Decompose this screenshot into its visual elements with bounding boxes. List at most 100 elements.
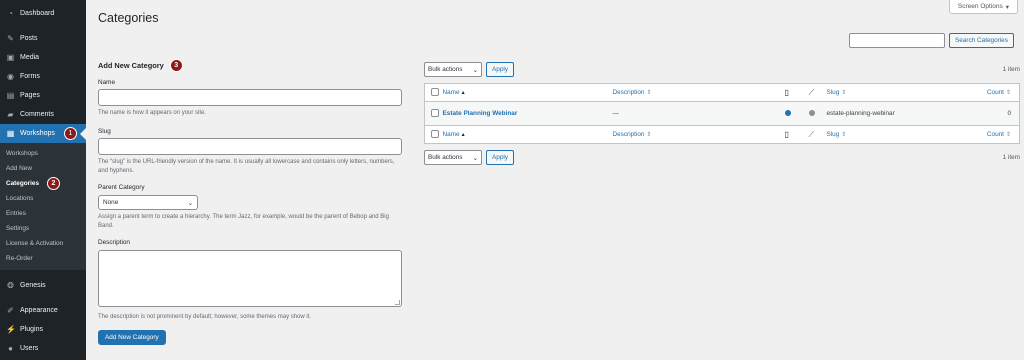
screen-options-label: Screen Options [957,3,1003,10]
submenu-license[interactable]: License & Activation [0,236,86,251]
tablenav-top: Bulk actions ⌄ Apply 1 item [424,62,1020,77]
users-icon: ● [8,344,13,353]
col-description[interactable]: Description ⇕ [612,125,785,144]
menu-label: Appearance [20,307,58,314]
search-categories-button[interactable]: Search Categories [949,33,1014,48]
items-count: 1 item [1002,154,1020,161]
sort-icon: ⇕ [646,90,652,96]
col-slug-label: Slug [826,89,840,96]
parent-help: Assign a parent term to create a hierarc… [98,214,389,229]
submenu-label: Re-Order [6,255,33,262]
menu-label: Plugins [20,326,43,333]
submenu-add-new[interactable]: Add New [0,161,86,176]
chevron-down-icon: ⌄ [472,66,478,74]
sort-icon: ⇕ [646,132,652,138]
col-name[interactable]: Name ▴ [442,83,613,102]
row-status-cell [784,101,809,126]
col-description[interactable]: Description ⇕ [612,83,785,102]
table-footer-row: Name ▴ Description ⇕ ▯ ⟋ Slug ⇕ Count ⇕ [424,125,1020,144]
name-label: Name [98,79,116,86]
menu-workshops[interactable]: ▦ Workshops 1 [0,124,86,143]
dashboard-icon: ◔ [8,9,13,18]
menu-plugins[interactable]: ⚡ Plugins [0,320,86,339]
menu-media[interactable]: ▣ Media [0,48,86,67]
pin-icon: ✎ [7,34,14,43]
bulk-actions-select[interactable]: Bulk actions ⌄ [424,150,482,165]
description-field[interactable] [98,250,402,307]
admin-sidebar: ◔ Dashboard ✎ Posts ▣ Media ◉ Forms ▤ Pages ▰… [0,0,86,360]
comments-icon: ▰ [7,110,14,119]
categories-table-area: Bulk actions ⌄ Apply 1 item Name ▴ Descri… [424,62,1020,165]
sort-icon: ▴ [461,90,465,96]
apply-button[interactable]: Apply [486,62,514,77]
categories-table: Name ▴ Description ⇕ ▯ ⟋ Slug ⇕ Count ⇕ Esta… [424,83,1020,144]
submenu-label: Locations [6,195,34,202]
name-field[interactable] [98,89,402,106]
chevron-down-icon: ⌄ [187,199,193,207]
select-all-checkbox[interactable] [431,87,439,96]
submenu-reorder[interactable]: Re-Order [0,251,86,266]
parent-label: Parent Category [98,184,145,191]
menu-label: Media [20,54,40,61]
apply-button[interactable]: Apply [486,150,514,165]
calendar-icon: ▦ [6,129,15,138]
row-checkbox[interactable] [431,108,439,117]
menu-forms[interactable]: ◉ Forms [0,67,86,86]
menu-posts[interactable]: ✎ Posts [0,29,86,48]
bulk-actions-select[interactable]: Bulk actions ⌄ [424,62,482,77]
search-input[interactable] [849,33,945,48]
category-name-link[interactable]: Estate Planning Webinar [443,110,518,117]
col-slug-label: Slug [826,131,840,138]
submenu-entries[interactable]: Entries [0,206,86,221]
row-name-cell: Estate Planning Webinar [442,101,613,126]
search-box: Search Categories [849,33,1014,48]
submenu-label: Add New [6,165,32,172]
submenu-settings[interactable]: Settings [0,221,86,236]
col-count[interactable]: Count ⇕ [966,125,1020,144]
slug-help: The “slug” is the URL-friendly version o… [98,159,395,174]
menu-label: Posts [20,35,38,42]
menu-appearance[interactable]: ✐ Appearance [0,301,86,320]
menu-label: Pages [20,92,40,99]
traffic-light-icon: ▯ [784,130,789,139]
parent-value: None [103,199,119,206]
bulk-actions-label: Bulk actions [428,154,463,161]
sort-icon: ⇕ [1005,90,1011,96]
col-count-label: Count [986,89,1004,96]
menu-genesis[interactable]: ❂ Genesis [0,276,86,295]
page-title: Categories [98,11,159,25]
menu-label: Dashboard [20,10,55,17]
select-all-checkbox[interactable] [431,129,439,138]
col-traffic-light: ▯ [784,83,809,102]
plugin-icon: ⚡ [6,325,16,334]
col-slug[interactable]: Slug ⇕ [826,83,967,102]
menu-pages[interactable]: ▤ Pages [0,86,86,105]
submenu-categories[interactable]: Categories 2 [0,176,86,191]
submenu-locations[interactable]: Locations [0,191,86,206]
col-count[interactable]: Count ⇕ [966,83,1020,102]
menu-users[interactable]: ● Users [0,339,86,358]
slug-label: Slug [98,128,111,135]
add-new-category-button[interactable]: Add New Category [98,330,166,345]
submenu-label: License & Activation [6,240,64,247]
menu-comments[interactable]: ▰ Comments [0,105,86,124]
slug-field[interactable] [98,138,402,155]
feather-icon: ⟋ [808,87,815,97]
step-badge-2: 2 [47,177,60,190]
sort-icon: ⇕ [1005,132,1011,138]
items-count: 1 item [1002,66,1020,73]
row-status-cell [808,101,827,126]
col-slug[interactable]: Slug ⇕ [826,125,967,144]
brush-icon: ✐ [7,306,14,315]
menu-dashboard[interactable]: ◔ Dashboard [0,4,86,23]
col-count-label: Count [986,131,1004,138]
traffic-light-icon: ▯ [784,88,789,97]
caret-down-icon: ▾ [1005,3,1009,11]
col-name[interactable]: Name ▴ [442,125,613,144]
submenu-workshops[interactable]: Workshops [0,146,86,161]
col-description-label: Description [612,131,645,138]
sort-icon: ⇕ [841,132,847,138]
submenu-label: Entries [6,210,26,217]
screen-options-button[interactable]: Screen Options ▾ [948,0,1018,14]
parent-category-select[interactable]: None ⌄ [98,195,198,210]
